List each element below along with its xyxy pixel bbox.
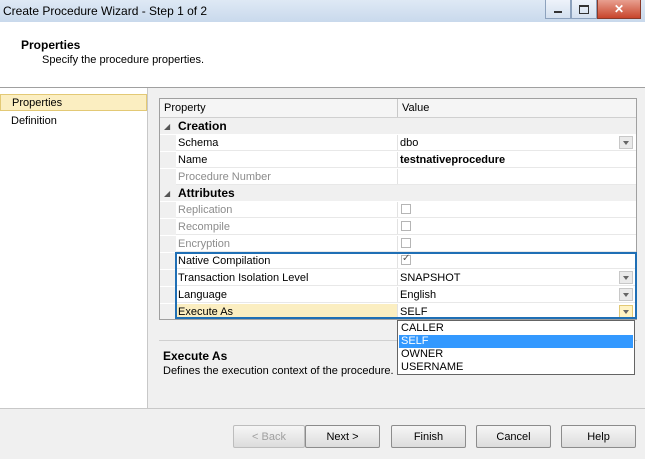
dropdown-option-username[interactable]: USERNAME (399, 361, 633, 374)
property-name: Procedure Number (178, 171, 271, 183)
grid-row-procedure-number: Procedure Number (160, 169, 636, 185)
dropdown-button[interactable] (619, 305, 633, 318)
property-value: dbo (400, 137, 419, 149)
collapse-icon[interactable]: ◢ (164, 122, 170, 131)
collapse-icon[interactable]: ◢ (164, 189, 170, 198)
dropdown-button[interactable] (619, 136, 633, 149)
property-name: Recompile (178, 221, 230, 233)
help-button[interactable]: Help (561, 425, 636, 448)
property-value: SNAPSHOT (400, 272, 461, 284)
property-name: Transaction Isolation Level (178, 272, 309, 284)
wizard-header: Properties Specify the procedure propert… (0, 22, 645, 88)
col-header-property[interactable]: Property (164, 102, 206, 114)
minimize-button[interactable] (545, 0, 571, 19)
property-name: Native Compilation (178, 255, 271, 267)
native-compilation-checkbox[interactable] (401, 253, 411, 265)
window-title: Create Procedure Wizard - Step 1 of 2 (3, 4, 208, 18)
grid-row-recompile: Recompile (160, 219, 636, 235)
dropdown-button[interactable] (619, 288, 633, 301)
description-text: Defines the execution context of the pro… (163, 365, 394, 377)
recompile-checkbox (401, 221, 411, 231)
category-creation[interactable]: ◢ Creation (160, 118, 636, 134)
property-name: Replication (178, 204, 233, 216)
grid-row-replication: Replication (160, 202, 636, 218)
category-attributes[interactable]: ◢ Attributes (160, 185, 636, 201)
page-subtitle: Specify the procedure properties. (42, 54, 205, 66)
page-title: Properties (21, 38, 81, 52)
grid-row-language[interactable]: Language English (160, 287, 636, 303)
dropdown-option-self[interactable]: SELF (399, 335, 633, 348)
footer-divider (0, 408, 645, 409)
dropdown-option-caller[interactable]: CALLER (399, 322, 633, 335)
nav-item-definition[interactable]: Definition (0, 113, 147, 130)
col-header-value[interactable]: Value (402, 102, 429, 114)
wizard-nav: Properties Definition (0, 88, 148, 408)
description-title: Execute As (163, 349, 228, 363)
grid-header: Property Value (160, 99, 636, 118)
encryption-checkbox (401, 238, 411, 248)
cancel-button[interactable]: Cancel (476, 425, 551, 448)
dropdown-option-owner[interactable]: OWNER (399, 348, 633, 361)
chevron-down-icon (623, 292, 629, 297)
title-bar[interactable]: Create Procedure Wizard - Step 1 of 2 ✕ (0, 0, 645, 22)
dropdown-button[interactable] (619, 271, 633, 284)
chevron-down-icon (623, 275, 629, 280)
nav-item-properties[interactable]: Properties (0, 94, 147, 111)
property-name: Encryption (178, 238, 230, 250)
close-icon: ✕ (613, 2, 625, 16)
grid-row-schema[interactable]: Schema dbo (160, 135, 636, 151)
grid-row-isolation-level[interactable]: Transaction Isolation Level SNAPSHOT (160, 270, 636, 286)
replication-checkbox (401, 204, 411, 214)
property-name: Language (178, 289, 227, 301)
execute-as-dropdown-list[interactable]: CALLER SELF OWNER USERNAME (397, 320, 635, 375)
grid-row-native-compilation[interactable]: Native Compilation (160, 253, 636, 269)
property-value[interactable]: testnativeprocedure (400, 154, 505, 166)
close-button[interactable]: ✕ (597, 0, 641, 19)
category-label: Attributes (178, 186, 235, 200)
grid-row-name[interactable]: Name testnativeprocedure (160, 152, 636, 168)
wizard-window: Create Procedure Wizard - Step 1 of 2 ✕ … (0, 0, 645, 459)
property-value: English (400, 289, 437, 301)
maximize-button[interactable] (571, 0, 597, 19)
grid-row-encryption: Encryption (160, 236, 636, 252)
chevron-down-icon (623, 140, 629, 145)
chevron-down-icon (623, 309, 629, 314)
maximize-icon (579, 4, 589, 14)
property-value[interactable]: SELF (400, 306, 428, 318)
property-name: Name (178, 154, 208, 166)
property-name: Schema (178, 137, 219, 149)
property-grid[interactable]: Property Value ◢ Creation Schema dbo Nam… (159, 98, 637, 320)
next-button[interactable]: Next > (305, 425, 380, 448)
property-name: Execute As (178, 306, 234, 318)
category-label: Creation (178, 119, 227, 133)
minimize-icon (554, 11, 562, 13)
grid-row-execute-as[interactable]: Execute As SELF (160, 304, 636, 319)
finish-button[interactable]: Finish (391, 425, 466, 448)
back-button[interactable]: < Back (233, 425, 305, 448)
